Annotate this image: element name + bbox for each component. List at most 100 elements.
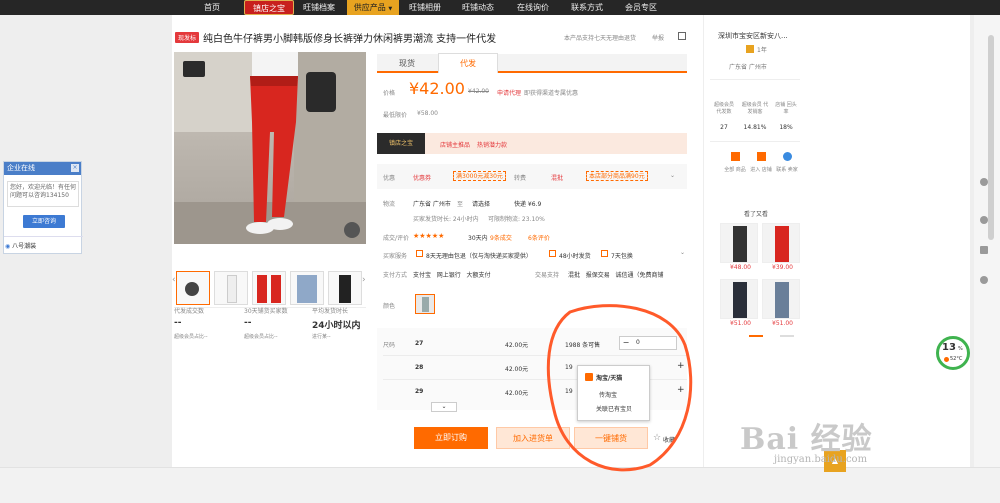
- seller-name[interactable]: 深圳市宝安区新安八...: [718, 31, 788, 41]
- stat2-label: 30天铺货买家数: [244, 308, 288, 315]
- metric-label-2: 超级会员 代发销客: [741, 102, 769, 115]
- enter-store-icon[interactable]: [757, 152, 766, 161]
- thumbnail-5[interactable]: [328, 271, 362, 305]
- mix-tag[interactable]: 本店部分商品满90元: [586, 171, 648, 181]
- logistics-label: 物流: [383, 201, 396, 208]
- action-contact[interactable]: 联系 卖家: [776, 166, 798, 173]
- nav-home[interactable]: 首页: [192, 0, 232, 15]
- zoom-icon[interactable]: [344, 222, 360, 238]
- report-link[interactable]: 举报: [652, 33, 664, 42]
- bookmark-icon[interactable]: [980, 246, 988, 254]
- apply-agent-link[interactable]: 申请代理: [497, 88, 521, 97]
- action-enter-store[interactable]: 进入 店铺: [750, 166, 772, 173]
- nav-news[interactable]: 旺铺动态: [457, 0, 499, 15]
- min-price-value: ¥58.00: [417, 110, 438, 117]
- metric-value-2: 14.81%: [743, 124, 767, 131]
- ship-time: 买家发货时长: 24小时内: [413, 216, 479, 223]
- size-row-1-size: 27: [415, 340, 424, 347]
- stat1-sub: 超级会员占比--: [174, 334, 208, 340]
- qrcode-icon[interactable]: [678, 32, 686, 40]
- thumbnail-3[interactable]: [252, 271, 286, 305]
- coupon-tag[interactable]: 满3000元减30元: [453, 171, 506, 181]
- banner-text2[interactable]: 热销潜力款: [477, 140, 507, 149]
- sold-count[interactable]: 9条成交: [490, 233, 512, 242]
- gallery-item-4[interactable]: [762, 279, 800, 319]
- clock-icon: [549, 250, 556, 257]
- nav-archive[interactable]: 旺铺档案: [297, 0, 341, 15]
- stat3-sub: 进行某--: [312, 334, 331, 340]
- logistics-to-select[interactable]: 请选择: [472, 199, 490, 208]
- product-main-image[interactable]: [174, 52, 366, 244]
- banner-text1[interactable]: 店铺主推品: [440, 140, 470, 149]
- action-all-products[interactable]: 全部 商品: [724, 166, 746, 173]
- watermark-url: jingyan.baidu.com: [774, 454, 868, 465]
- price-tip: 即获得渠道专属优惠: [524, 90, 579, 97]
- nav-products[interactable]: 供应产品 ▼: [347, 0, 399, 15]
- nav-inquiry[interactable]: 在线询价: [512, 0, 554, 15]
- cart-icon[interactable]: [980, 276, 988, 284]
- message-icon[interactable]: [980, 216, 988, 224]
- exchange-icon: [601, 250, 608, 257]
- online-footer[interactable]: ◉ 八号潮装: [5, 241, 36, 250]
- all-products-icon[interactable]: [731, 152, 740, 161]
- seller-location: 广东省 广州市: [729, 64, 767, 71]
- gallery-item-1[interactable]: [720, 223, 758, 263]
- review-label: 成交/评价: [383, 235, 410, 242]
- gallery-item-2[interactable]: [762, 223, 800, 263]
- thumbnail-4[interactable]: [290, 271, 324, 305]
- user-icon[interactable]: [980, 178, 988, 186]
- color-label: 颜色: [383, 303, 396, 310]
- metric-label-3: 店铺 回头率: [775, 102, 797, 115]
- online-title: 企业在线: [4, 162, 81, 175]
- product-title: 纯白色牛仔裤男小脚韩版修身长裤弹力休闲裤男潮流 支持一件代发: [203, 34, 497, 45]
- color-swatch[interactable]: [415, 294, 435, 314]
- scrollbar-thumb[interactable]: [988, 35, 994, 240]
- contact-seller-icon[interactable]: [783, 152, 792, 161]
- carousel-indicator[interactable]: [749, 335, 763, 337]
- consult-button[interactable]: 立即咨询: [23, 215, 65, 228]
- size-label: 尺码: [383, 342, 396, 349]
- gallery-price-1: ¥48.00: [730, 264, 751, 271]
- widget-percent: 13: [942, 342, 956, 353]
- service-chevron-icon[interactable]: ⌄: [680, 249, 685, 256]
- watermark-main: Bai 经验: [740, 422, 873, 457]
- tab-spot[interactable]: 现货: [377, 54, 437, 73]
- close-icon[interactable]: ×: [71, 164, 79, 172]
- price-label: 价格: [383, 90, 396, 97]
- carousel-indicator[interactable]: [780, 335, 794, 337]
- thumbnail-2[interactable]: [214, 271, 248, 305]
- promo-chevron-icon[interactable]: ⌄: [670, 172, 675, 179]
- widget-temp: 52°C: [950, 356, 963, 362]
- promo-label: 优惠: [383, 175, 396, 182]
- nav-member[interactable]: 会员专区: [620, 0, 662, 15]
- size-row-3-size: 29: [415, 388, 424, 395]
- logistics-express: 快递 ¥6.9: [514, 201, 542, 208]
- return-rate: 可限制物流: 23.10%: [488, 216, 545, 223]
- nav-badge[interactable]: 镇店之宝: [244, 0, 294, 15]
- performance-widget[interactable]: 13 % 52°C: [936, 336, 970, 370]
- nav-products-label: 供应产品: [353, 3, 386, 12]
- size-row-2-price: 42.00元: [505, 366, 529, 373]
- tab-dropship[interactable]: 代发: [438, 53, 498, 73]
- logistics-to-label: 至: [457, 201, 464, 208]
- gallery-price-2: ¥39.00: [772, 264, 793, 271]
- buyer-service-1: 8天无理由包退（仅与淘快递买家提供）: [426, 253, 532, 260]
- seller-divider: [710, 141, 800, 142]
- buyer-service-3: 7天包换: [611, 253, 633, 260]
- price-value: ¥42.00: [409, 79, 465, 98]
- seller-divider: [710, 79, 800, 80]
- thumb-next-icon[interactable]: ›: [362, 275, 368, 293]
- stat3-label: 平均发货时长: [312, 308, 349, 315]
- nav-album[interactable]: 旺铺相册: [404, 0, 446, 15]
- expand-sizes-icon[interactable]: ⌄: [431, 402, 457, 412]
- baidu-watermark: Bai 经验 jingyan.baidu.com: [740, 414, 873, 465]
- review-count[interactable]: 6条评价: [528, 233, 550, 242]
- order-now-button[interactable]: 立即订购: [414, 427, 488, 449]
- gallery-item-3[interactable]: [720, 279, 758, 319]
- thumbnail-1[interactable]: [176, 271, 210, 305]
- widget-unit: %: [958, 346, 963, 352]
- temperature-icon: [944, 357, 949, 362]
- mix-label: 混批: [551, 175, 564, 182]
- nav-contact[interactable]: 联系方式: [566, 0, 608, 15]
- size-row-3-price: 42.00元: [505, 390, 529, 397]
